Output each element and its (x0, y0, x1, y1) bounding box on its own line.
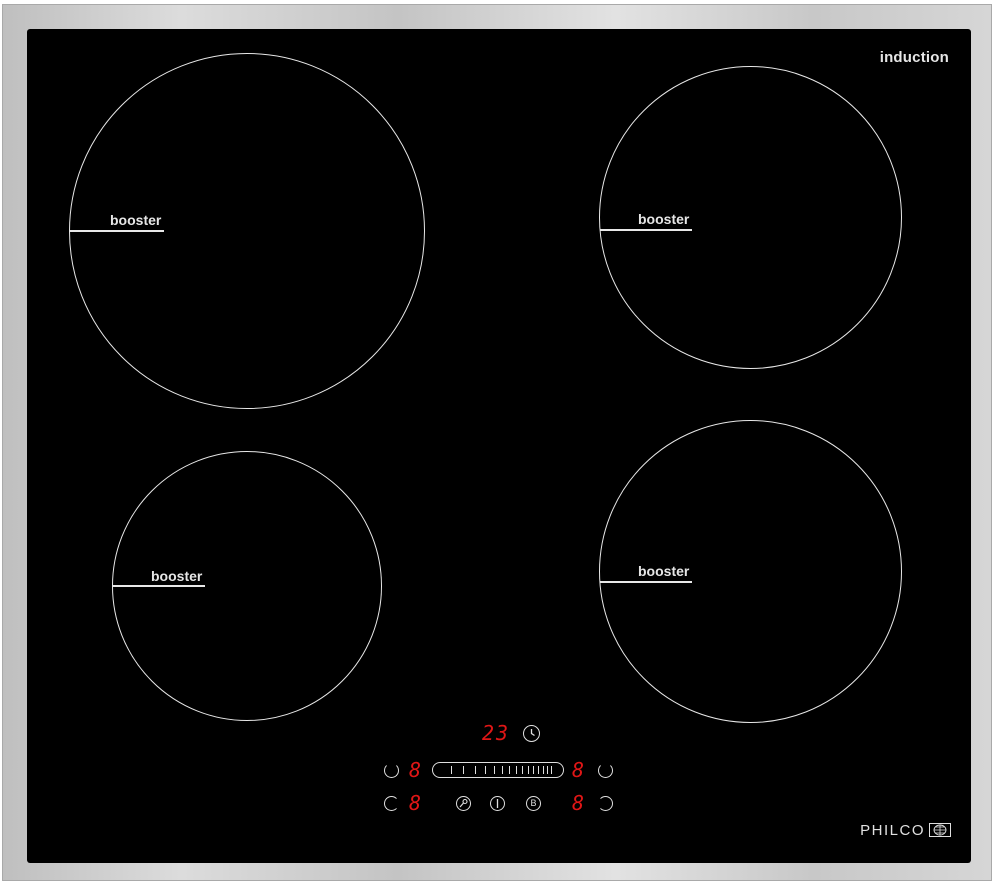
globe-logo-icon (929, 823, 951, 837)
induction-label: induction (879, 49, 949, 66)
cooking-zone-front-right[interactable]: booster (599, 420, 902, 723)
zone-select-icon[interactable] (384, 796, 399, 811)
slider-tick (516, 766, 518, 774)
cooking-zone-rear-left[interactable]: booster (69, 53, 425, 409)
slider-tick (538, 766, 540, 774)
slider-tick (509, 766, 511, 774)
slider-tick (551, 766, 553, 774)
slider-tick (463, 766, 465, 774)
slider-tick (502, 766, 504, 774)
zone-display-front-right: 8 (572, 791, 585, 815)
slider-tick (543, 766, 545, 774)
booster-label: booster (151, 568, 203, 584)
zone-select-icon[interactable] (384, 763, 399, 778)
cooking-zone-front-left[interactable]: booster (112, 451, 382, 721)
slider-tick (528, 766, 530, 774)
zone-select-icon[interactable] (598, 796, 613, 811)
power-icon[interactable] (490, 796, 505, 811)
zone-select-icon[interactable] (598, 763, 613, 778)
slider-tick (522, 766, 524, 774)
booster-line (70, 230, 164, 232)
booster-label: booster (110, 212, 162, 228)
glass-cooktop: induction booster booster booster booste… (27, 29, 971, 863)
steel-frame: induction booster booster booster booste… (2, 4, 992, 881)
slider-tick (547, 766, 549, 774)
slider-tick (494, 766, 496, 774)
booster-label: booster (638, 563, 690, 579)
booster-label: booster (638, 211, 690, 227)
booster-line (113, 585, 205, 587)
zone-display-rear-left: 8 (409, 758, 422, 782)
booster-line (600, 229, 692, 231)
booster-line (600, 581, 692, 583)
slider-tick (485, 766, 487, 774)
slider-tick (451, 766, 453, 774)
zone-display-rear-right: 8 (572, 758, 585, 782)
lock-icon[interactable] (456, 796, 471, 811)
booster-icon[interactable]: B (526, 796, 541, 811)
zone-display-front-left: 8 (409, 791, 422, 815)
brand-logo: PHILCO (860, 822, 925, 839)
timer-display: 23 (482, 721, 511, 745)
cooking-zone-rear-right[interactable]: booster (599, 66, 902, 369)
slider-tick (475, 766, 477, 774)
slider-tick (533, 766, 535, 774)
power-slider[interactable] (432, 762, 564, 778)
timer-icon[interactable] (523, 725, 540, 742)
